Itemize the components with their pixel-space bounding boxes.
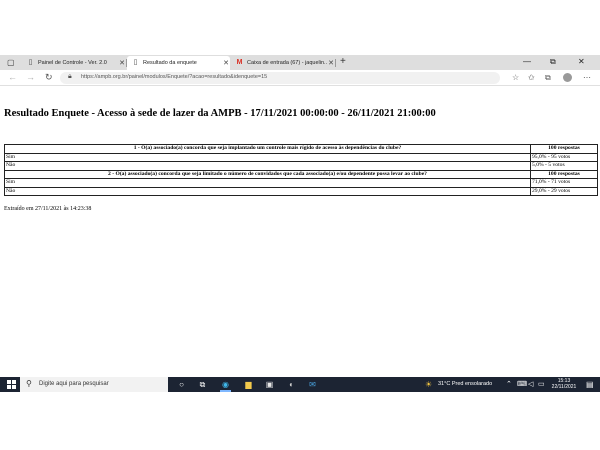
option-row: Não 5,0% - 5 votos — [4, 161, 598, 171]
browser-nav-bar: ← → ↻ 🔒︎ https://ampb.org.br/painel/modu… — [0, 70, 600, 86]
windows-taskbar: ⚲ Digite aqui para pesquisar ○ ⧉ ◉ ▆ ▣ ◐… — [0, 377, 600, 392]
forward-icon[interactable]: → — [26, 72, 35, 83]
tab-resultado[interactable]: ▯ Resultado da enquete ✕ — [127, 56, 230, 70]
extraction-timestamp: Extraído em 27/11/2021 às 14:23:38 — [4, 206, 92, 212]
favorite-star-icon[interactable]: ☆ — [512, 72, 519, 83]
minimize-icon[interactable]: — — [523, 56, 531, 68]
more-menu-icon[interactable]: ⋯ — [583, 72, 591, 83]
windows-start-icon[interactable] — [7, 380, 16, 389]
refresh-icon[interactable]: ↻ — [45, 72, 53, 83]
tab-separator — [335, 59, 336, 67]
option-label: Não — [4, 161, 531, 171]
sun-icon[interactable]: ☀ — [425, 379, 432, 390]
notification-icon[interactable]: ▤ — [586, 379, 594, 390]
chevron-up-icon[interactable]: ⌃ — [506, 379, 512, 390]
question-text: 2 - O(a) associado(a) concorda que seja … — [4, 169, 531, 179]
task-view-icon[interactable]: ⧉ — [197, 379, 208, 390]
option-label: Não — [4, 186, 531, 196]
tab-title: Resultado da enquete — [143, 60, 197, 66]
new-tab-button[interactable]: + — [340, 56, 346, 68]
favorites-icon[interactable]: ✩ — [528, 72, 535, 83]
lock-icon[interactable]: 🔒︎ — [68, 73, 72, 81]
cortana-icon[interactable]: ○ — [176, 379, 187, 390]
network-icon[interactable]: ⌨ — [517, 379, 527, 390]
response-count: 100 respostas — [530, 169, 598, 179]
option-value: 29,0% - 29 votos — [530, 186, 598, 196]
browser-tab-strip: ▢ ▯ Painel de Controle - Ver. 2.0 ✕ ▯ Re… — [0, 55, 600, 70]
tab-title: Painel de Controle - Ver. 2.0 — [38, 60, 107, 66]
language-icon[interactable]: ▭ — [538, 379, 545, 390]
mail-icon[interactable]: ✉ — [307, 379, 318, 390]
page-title: Resultado Enquete - Acesso à sede de laz… — [4, 108, 436, 119]
tab-actions-icon[interactable]: ▢ — [7, 58, 16, 67]
search-placeholder: Digite aqui para pesquisar — [39, 381, 109, 387]
page-icon: ▯ — [133, 59, 138, 66]
tab-gmail[interactable]: M Caixa de entrada (67) - jaquelin... ✕ — [231, 56, 335, 70]
question-row: 1 - O(a) associado(a) concorda que seja … — [4, 144, 598, 154]
store-icon[interactable]: ▣ — [264, 379, 275, 390]
app-icon[interactable]: ◐ — [286, 379, 297, 390]
taskbar-search-input[interactable]: ⚲ Digite aqui para pesquisar — [20, 377, 168, 392]
option-value: 95,0% - 95 votos — [530, 152, 598, 162]
option-label: Sim — [4, 178, 531, 188]
volume-icon[interactable]: ◁ — [528, 379, 533, 390]
address-bar[interactable]: 🔒︎ https://ampb.org.br/painel/modulos/En… — [60, 72, 500, 84]
close-icon[interactable]: ✕ — [327, 59, 335, 67]
question-row: 2 - O(a) associado(a) concorda que seja … — [4, 169, 598, 179]
search-icon: ⚲ — [26, 379, 32, 388]
profile-avatar[interactable] — [563, 73, 572, 82]
question-text: 1 - O(a) associado(a) concorda que seja … — [4, 144, 531, 154]
maximize-icon[interactable]: ⧉ — [550, 56, 556, 68]
option-value: 5,0% - 5 votos — [530, 161, 598, 171]
collections-icon[interactable]: ⧉ — [545, 72, 551, 83]
option-row: Não 29,0% - 29 votos — [4, 186, 598, 196]
top-margin — [0, 0, 600, 55]
option-row: Sim 95,0% - 95 votos — [4, 152, 598, 162]
url-text: https://ampb.org.br/painel/modulos/Enque… — [81, 74, 268, 80]
gmail-icon: M — [236, 59, 243, 66]
clock-date: 22/11/2021 — [551, 384, 577, 390]
option-value: 71,0% - 71 votos — [530, 178, 598, 188]
bottom-margin — [0, 392, 600, 450]
response-count: 100 respostas — [530, 144, 598, 154]
results-table: 1 - O(a) associado(a) concorda que seja … — [4, 144, 598, 196]
tab-painel[interactable]: ▯ Painel de Controle - Ver. 2.0 ✕ — [22, 56, 126, 70]
back-icon[interactable]: ← — [8, 72, 17, 83]
weather-status[interactable]: 31°C Pred ensolarado — [438, 381, 492, 387]
page-content: Resultado Enquete - Acesso à sede de laz… — [0, 87, 600, 377]
option-label: Sim — [4, 152, 531, 162]
edge-icon[interactable]: ◉ — [220, 379, 231, 390]
file-explorer-icon[interactable]: ▆ — [243, 379, 254, 390]
close-window-icon[interactable]: ✕ — [578, 56, 585, 68]
taskbar-clock[interactable]: 15:13 22/11/2021 — [549, 378, 579, 390]
tab-title: Caixa de entrada (67) - jaquelin... — [247, 60, 327, 66]
page-icon: ▯ — [28, 59, 33, 66]
option-row: Sim 71,0% - 71 votos — [4, 178, 598, 188]
close-icon[interactable]: ✕ — [222, 59, 230, 67]
close-icon[interactable]: ✕ — [118, 59, 126, 67]
